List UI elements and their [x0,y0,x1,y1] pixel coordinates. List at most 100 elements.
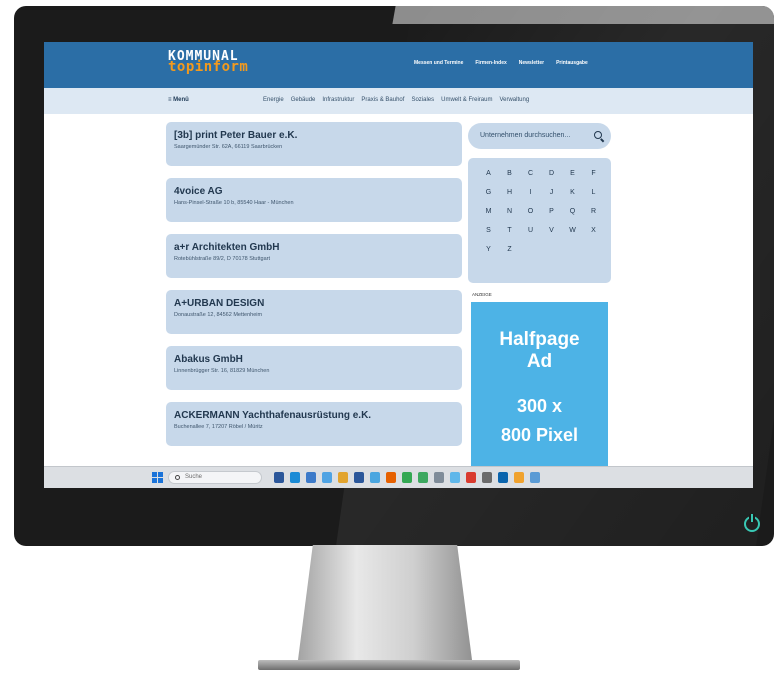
search-icon[interactable] [594,131,602,139]
company-name: Abakus GmbH [174,354,243,365]
category-nav: Energie Gebäude Infrastruktur Praxis & B… [263,97,529,103]
chrome-icon[interactable] [402,472,412,483]
company-name: A+URBAN DESIGN [174,298,265,309]
letter-link[interactable]: R [583,208,604,227]
menu-bar: ≡ Menü Energie Gebäude Infrastruktur Pra… [44,88,753,114]
browser-icon[interactable] [370,472,380,483]
letter-link[interactable]: A [478,170,499,189]
company-address: Saargemünder Str. 62A, 66119 Saarbrücken [174,144,283,150]
company-name: ACKERMANN Yachthafenausrüstung e.K. [174,410,372,421]
logo-line2: topinform [168,59,249,75]
top-links: Messen und Termine Firmen-Index Newslett… [414,60,588,66]
outlook-icon[interactable] [498,472,508,483]
taskbar-search-input[interactable]: Suche [168,471,262,484]
taskbar-search-icon [175,475,180,480]
letter-link[interactable]: N [499,208,520,227]
ad-text-line2: Ad [526,351,553,372]
power-icon[interactable] [744,514,760,532]
alphabet-index: A B C D E F G H I J K L M N O P Q R S T … [468,158,611,283]
letter-link[interactable]: J [541,189,562,208]
nav-item-energie[interactable]: Energie [263,97,284,103]
taskbar: Suche [44,466,753,488]
nav-item-infrastruktur[interactable]: Infrastruktur [322,97,354,103]
calc-icon[interactable] [434,472,444,483]
company-address: Linnenbrügger Str. 16, 81829 München [174,368,270,374]
nav-item-umwelt[interactable]: Umwelt & Freiraum [441,97,492,103]
ad-label: ANZEIGE [472,292,492,297]
link-printausgabe[interactable]: Printausgabe [556,60,588,66]
paint-icon[interactable] [450,472,460,483]
link-messen[interactable]: Messen und Termine [414,60,463,66]
company-name: [3b] print Peter Bauer e.K. [174,130,298,141]
mail-icon[interactable] [306,472,316,483]
folder-icon[interactable] [338,472,348,483]
ad-text-line1: Halfpage [499,329,580,350]
taskbar-app-icons [274,472,540,483]
files-icon[interactable] [530,472,540,483]
company-address: Buchenallee 7, 17207 Röbel / Müritz [174,424,263,430]
settings-icon[interactable] [482,472,492,483]
letter-link[interactable]: F [583,170,604,189]
letter-link[interactable]: Z [499,246,520,265]
photos-icon[interactable] [418,472,428,483]
letter-link[interactable]: P [541,208,562,227]
letter-link[interactable]: X [583,227,604,246]
letter-link[interactable]: U [520,227,541,246]
company-search-input[interactable]: Unternehmen durchsuchen... [468,123,611,149]
search-placeholder: Unternehmen durchsuchen... [480,132,571,139]
letter-link[interactable]: H [499,189,520,208]
store-icon[interactable] [322,472,332,483]
letter-link[interactable]: B [499,170,520,189]
company-card[interactable]: ACKERMANN Yachthafenausrüstung e.K. Buch… [166,402,462,446]
letter-link[interactable]: O [520,208,541,227]
nav-item-gebaeude[interactable]: Gebäude [291,97,316,103]
nav-item-praxis-bauhof[interactable]: Praxis & Bauhof [361,97,404,103]
edge-icon[interactable] [290,472,300,483]
notes-icon[interactable] [514,472,524,483]
halfpage-ad[interactable]: Halfpage Ad 300 x 800 Pixel [471,302,608,488]
word-icon[interactable] [354,472,364,483]
monitor-stand [297,545,473,663]
link-firmen-index[interactable]: Firmen-Index [475,60,506,66]
letter-link[interactable]: S [478,227,499,246]
company-name: a+r Architekten GmbH [174,242,280,253]
site-header: KOMMUNAL topinform Messen und Termine Fi… [44,42,753,88]
company-address: Hans-Pinsel-Straße 10 b, 85540 Haar - Mü… [174,200,294,206]
letter-link[interactable]: M [478,208,499,227]
letter-link[interactable]: W [562,227,583,246]
letter-link[interactable]: I [520,189,541,208]
letter-link[interactable]: Y [478,246,499,265]
company-card[interactable]: [3b] print Peter Bauer e.K. Saargemünder… [166,122,462,166]
nav-item-soziales[interactable]: Soziales [411,97,434,103]
acrobat-icon[interactable] [466,472,476,483]
company-address: Rotebühlstraße 89/2, D 70178 Stuttgart [174,256,271,262]
letter-link[interactable]: C [520,170,541,189]
taskbar-search-placeholder: Suche [185,474,203,480]
company-address: Donaustraße 12, 84562 Mettenheim [174,312,263,318]
menu-button[interactable]: ≡ Menü [168,97,189,103]
company-list: [3b] print Peter Bauer e.K. Saargemünder… [166,122,462,458]
letter-link[interactable]: G [478,189,499,208]
file-explorer-icon[interactable] [274,472,284,483]
site-logo[interactable]: KOMMUNAL topinform [168,50,249,75]
letter-link[interactable]: L [583,189,604,208]
letter-link[interactable]: V [541,227,562,246]
link-newsletter[interactable]: Newsletter [519,60,544,66]
screen: KOMMUNAL topinform Messen und Termine Fi… [44,42,753,488]
letter-link[interactable]: Q [562,208,583,227]
nav-item-verwaltung[interactable]: Verwaltung [499,97,529,103]
ad-text-line3: 300 x [516,396,563,416]
windows-start-icon[interactable] [152,472,163,483]
company-card[interactable]: a+r Architekten GmbH Rotebühlstraße 89/2… [166,234,462,278]
ad-text-line4: 800 Pixel [500,425,579,445]
letter-link[interactable]: T [499,227,520,246]
letter-link[interactable]: K [562,189,583,208]
company-card[interactable]: 4voice AG Hans-Pinsel-Straße 10 b, 85540… [166,178,462,222]
firefox-icon[interactable] [386,472,396,483]
monitor-stand-base [258,660,520,670]
letter-link[interactable]: E [562,170,583,189]
company-name: 4voice AG [174,186,223,197]
letter-link[interactable]: D [541,170,562,189]
company-card[interactable]: A+URBAN DESIGN Donaustraße 12, 84562 Met… [166,290,462,334]
company-card[interactable]: Abakus GmbH Linnenbrügger Str. 16, 81829… [166,346,462,390]
